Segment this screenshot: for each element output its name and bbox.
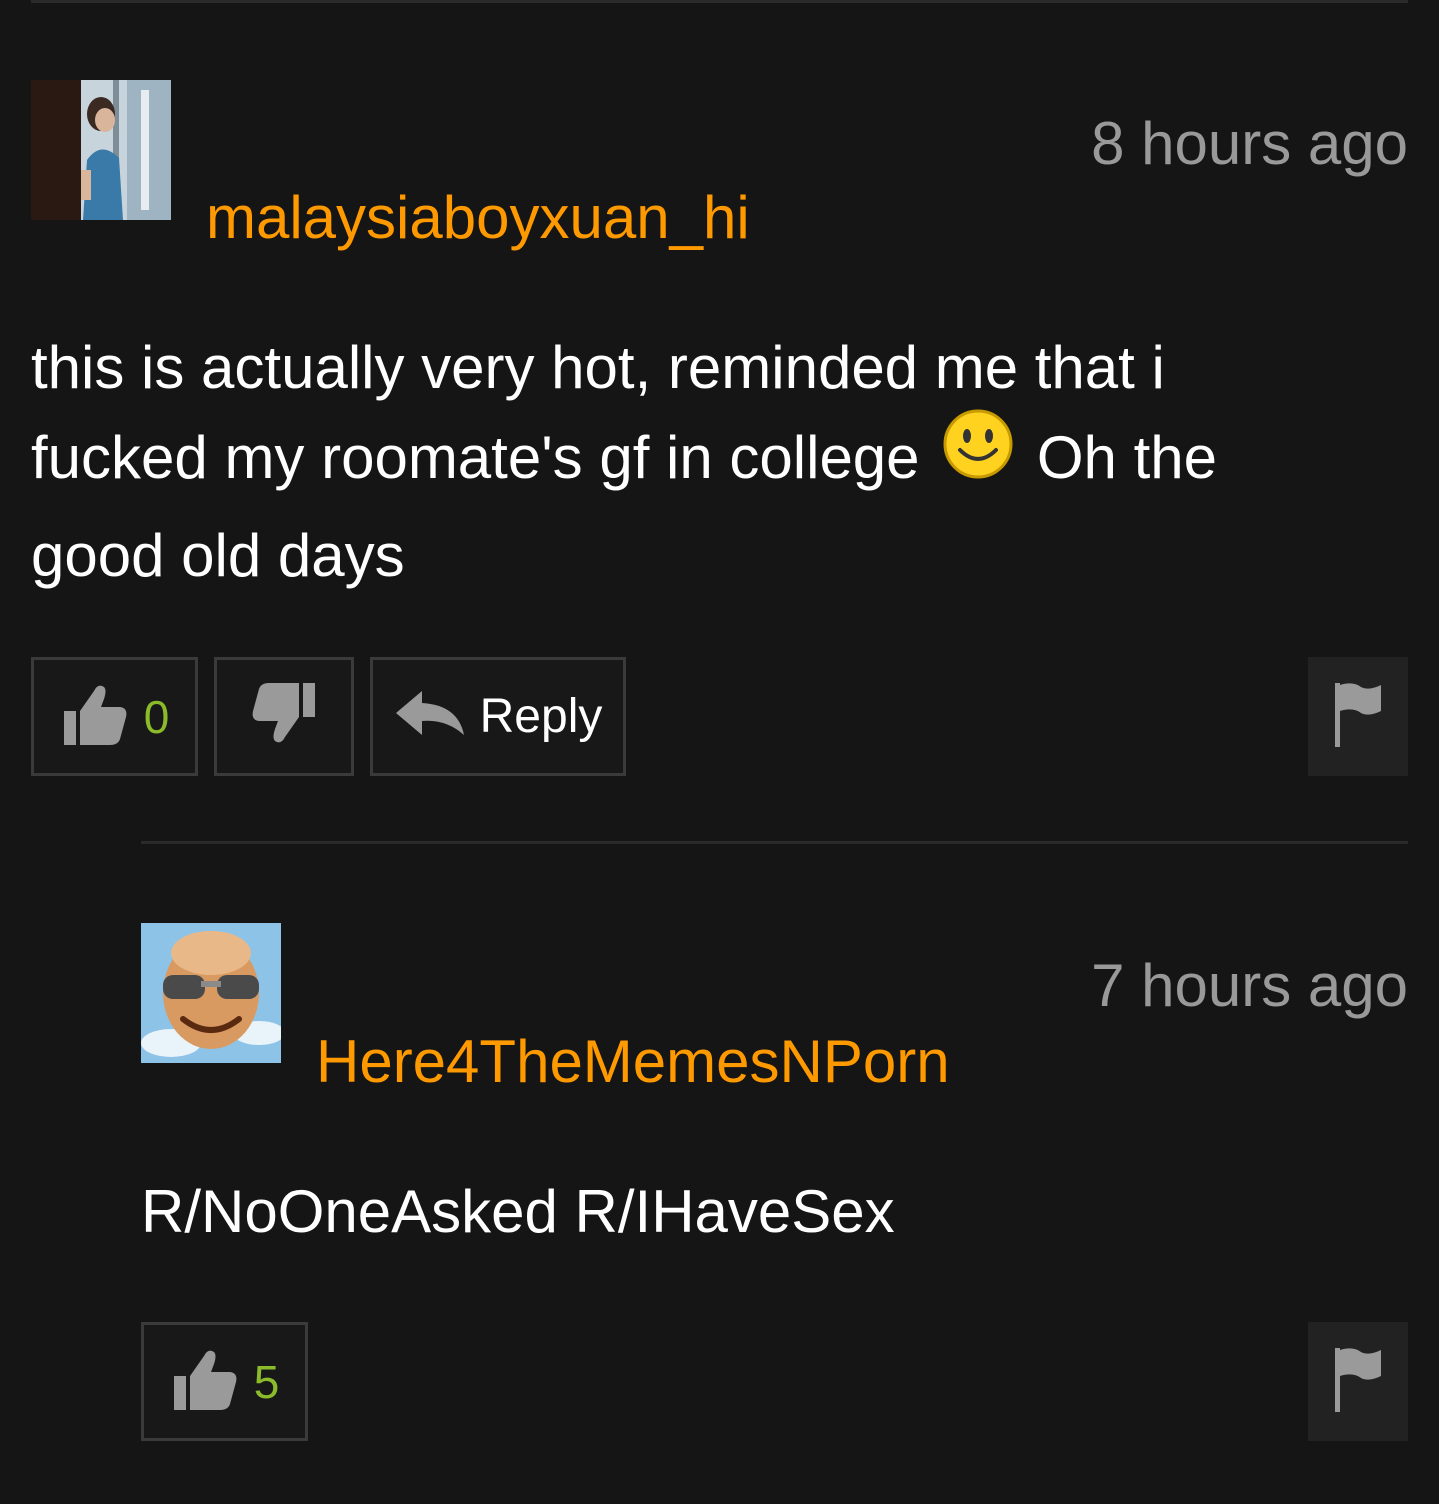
like-count: 5 xyxy=(253,1355,280,1408)
username[interactable]: malaysiaboyxuan_hi xyxy=(206,188,750,248)
avatar-image xyxy=(141,923,281,1063)
avatar-image xyxy=(31,80,171,220)
like-button[interactable]: 5 xyxy=(141,1322,308,1441)
dislike-button[interactable] xyxy=(214,657,354,776)
thumbs-up-icon xyxy=(170,1346,240,1417)
comment-text: R/NoOneAsked R/IHaveSex xyxy=(141,1178,895,1245)
like-button[interactable]: 0 xyxy=(31,657,198,776)
smiley-face-icon xyxy=(942,408,1014,505)
thumbs-down-icon xyxy=(249,681,319,752)
timestamp: 7 hours ago xyxy=(1091,952,1408,1019)
like-count: 0 xyxy=(143,690,170,743)
avatar[interactable] xyxy=(31,80,171,220)
flag-icon xyxy=(1331,681,1385,752)
reply-button[interactable]: Reply xyxy=(370,657,626,776)
flag-icon xyxy=(1331,1346,1385,1417)
flag-button[interactable] xyxy=(1308,657,1408,776)
thumbs-up-icon xyxy=(60,681,130,752)
avatar[interactable] xyxy=(141,923,281,1063)
flag-button[interactable] xyxy=(1308,1322,1408,1441)
reply-arrow-icon xyxy=(394,689,466,744)
reply-label: Reply xyxy=(479,689,603,743)
username[interactable]: Here4TheMemesNPorn xyxy=(316,1032,950,1092)
reply-divider xyxy=(141,841,1408,844)
comment-text: this is actually very hot, reminded me t… xyxy=(31,323,1321,601)
timestamp: 8 hours ago xyxy=(1091,110,1408,177)
top-divider xyxy=(31,0,1408,3)
